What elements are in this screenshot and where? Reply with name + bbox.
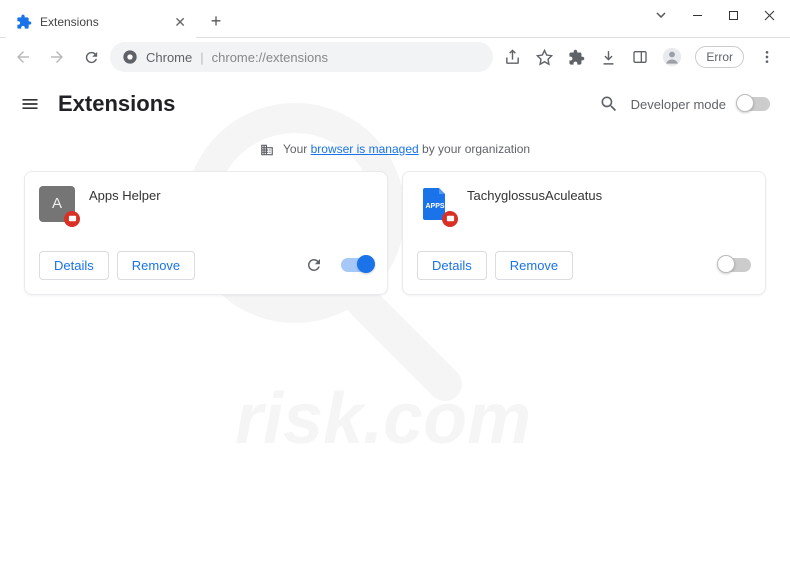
- address-bar[interactable]: Chrome | chrome://extensions: [110, 42, 493, 72]
- warning-badge-icon: [442, 211, 458, 227]
- details-button[interactable]: Details: [39, 251, 109, 280]
- managed-banner: Your browser is managed by your organiza…: [0, 132, 790, 171]
- forward-button[interactable]: [42, 42, 72, 72]
- new-tab-button[interactable]: +: [202, 7, 230, 35]
- omnibox-separator: |: [200, 50, 203, 65]
- extension-card: APPS TachyglossusAculeatus Details Remov…: [402, 171, 766, 295]
- extensions-icon[interactable]: [561, 42, 591, 72]
- extension-card: A Apps Helper Details Remove: [24, 171, 388, 295]
- close-window-button[interactable]: [752, 0, 786, 30]
- extension-toggle[interactable]: [719, 258, 751, 272]
- error-button[interactable]: Error: [695, 46, 744, 68]
- extension-avatar: A: [39, 186, 75, 222]
- tab-title: Extensions: [40, 15, 99, 29]
- omnibox-prefix: Chrome: [146, 50, 192, 65]
- remove-button[interactable]: Remove: [495, 251, 573, 280]
- window-titlebar: Extensions ✕ +: [0, 0, 790, 38]
- managed-link[interactable]: browser is managed: [311, 142, 419, 156]
- remove-button[interactable]: Remove: [117, 251, 195, 280]
- downloads-icon[interactable]: [593, 42, 623, 72]
- developer-mode-label: Developer mode: [631, 97, 726, 112]
- extension-name: TachyglossusAculeatus: [467, 186, 602, 203]
- bookmark-icon[interactable]: [529, 42, 559, 72]
- sidepanel-icon[interactable]: [625, 42, 655, 72]
- chrome-logo-icon: [122, 49, 138, 65]
- minimize-button[interactable]: [680, 0, 714, 30]
- reload-extension-icon[interactable]: [305, 256, 323, 274]
- extension-cards: A Apps Helper Details Remove APPS: [0, 171, 790, 295]
- managed-prefix: Your: [283, 142, 311, 156]
- developer-mode-toggle[interactable]: [738, 97, 770, 111]
- share-icon[interactable]: [497, 42, 527, 72]
- extension-name: Apps Helper: [89, 186, 161, 203]
- extension-icon: [16, 14, 32, 30]
- search-icon[interactable]: [599, 94, 619, 114]
- svg-text:risk.com: risk.com: [235, 379, 531, 459]
- window-controls: [644, 0, 790, 30]
- extensions-header: Extensions Developer mode: [0, 76, 790, 132]
- warning-badge-icon: [64, 211, 80, 227]
- tab-search-icon[interactable]: [644, 0, 678, 30]
- maximize-button[interactable]: [716, 0, 750, 30]
- browser-toolbar: Chrome | chrome://extensions Error: [0, 38, 790, 76]
- building-icon: [260, 143, 274, 157]
- menu-icon[interactable]: [752, 42, 782, 72]
- browser-tab[interactable]: Extensions ✕: [6, 6, 196, 38]
- svg-text:APPS: APPS: [425, 203, 444, 210]
- extension-toggle[interactable]: [341, 258, 373, 272]
- profile-icon[interactable]: [657, 42, 687, 72]
- managed-suffix: by your organization: [419, 142, 530, 156]
- reload-button[interactable]: [76, 42, 106, 72]
- back-button[interactable]: [8, 42, 38, 72]
- page-title: Extensions: [58, 91, 175, 117]
- details-button[interactable]: Details: [417, 251, 487, 280]
- omnibox-url: chrome://extensions: [212, 50, 328, 65]
- hamburger-icon[interactable]: [20, 94, 40, 114]
- close-tab-icon[interactable]: ✕: [174, 14, 186, 31]
- extension-avatar: APPS: [417, 186, 453, 222]
